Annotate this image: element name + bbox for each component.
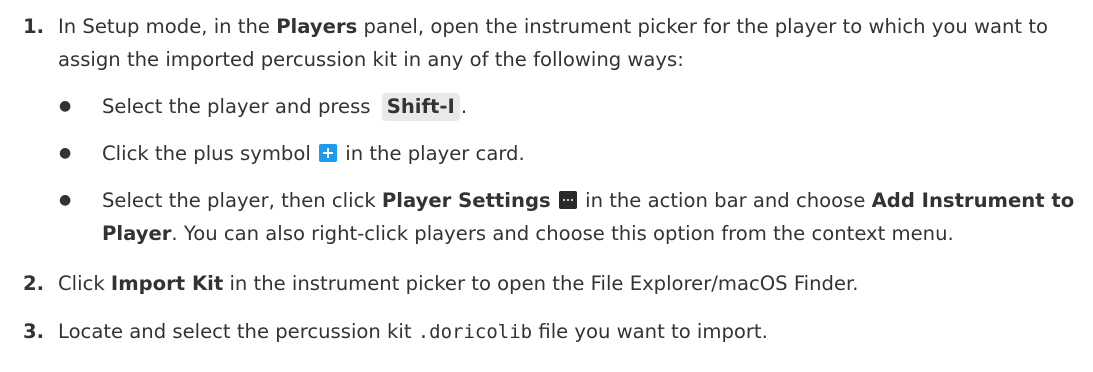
instructions-page: 1. In Setup mode, in the Players panel, … — [0, 0, 1093, 372]
players-panel-term: Players — [276, 15, 358, 38]
bullet: ● — [59, 145, 72, 161]
bullet: ● — [59, 98, 72, 114]
step-number: 1. — [23, 15, 45, 38]
plus-icon — [319, 144, 338, 162]
steps-list: 1. In Setup mode, in the Players panel, … — [16, 10, 1083, 349]
file-extension: .doricolib — [417, 321, 533, 343]
player-settings-term: Player Settings — [381, 189, 551, 212]
step-number: 2. — [23, 272, 45, 295]
step-1: 1. In Setup mode, in the Players panel, … — [16, 10, 1083, 250]
step-3: 3. Locate and select the percussion kit … — [16, 315, 1083, 349]
step-text: In Setup mode, in the Players panel, ope… — [58, 15, 1049, 71]
option-shortcut: ● Select the player and press Shift-I. — [58, 90, 1083, 123]
option-player-settings: ● Select the player, then click Player S… — [58, 184, 1083, 250]
bullet: ● — [59, 192, 72, 208]
more-icon — [558, 191, 577, 209]
options-list: ● Select the player and press Shift-I. ●… — [58, 90, 1083, 250]
step-2: 2. Click Import Kit in the instrument pi… — [16, 267, 1083, 300]
option-plus-symbol: ● Click the plus symbol in the player ca… — [58, 137, 1083, 170]
step-text: Click Import Kit in the instrument picke… — [58, 272, 859, 295]
shortcut-key: Shift-I — [381, 93, 460, 121]
import-kit-term: Import Kit — [110, 272, 224, 295]
step-text: Locate and select the percussion kit .do… — [58, 320, 768, 343]
step-number: 3. — [23, 320, 45, 343]
